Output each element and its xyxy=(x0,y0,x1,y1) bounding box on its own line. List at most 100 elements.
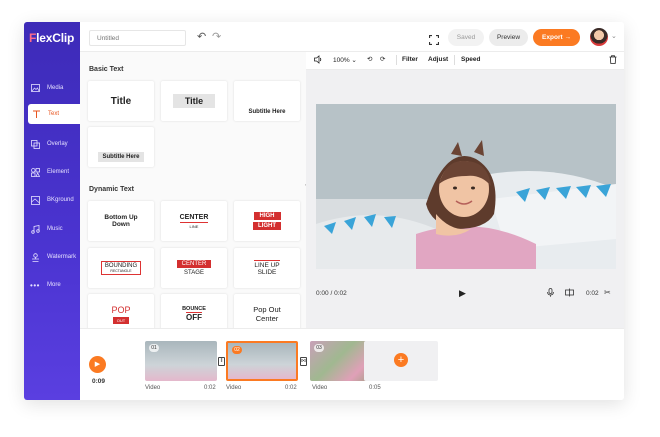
text-icon xyxy=(31,109,41,119)
card-label: CENTER xyxy=(179,213,209,223)
clip-label: Video xyxy=(226,385,242,391)
card-label: POP xyxy=(111,304,131,315)
sidebar-item-label: Media xyxy=(47,85,64,91)
text-template-card[interactable]: Title xyxy=(88,81,154,121)
undo-icon[interactable]: ↶ xyxy=(197,30,206,43)
timeline-play-button[interactable]: ▶ xyxy=(89,356,106,373)
sidebar-item-overlay[interactable]: Overlay xyxy=(24,134,80,154)
zoom-select[interactable]: 100% ⌄ xyxy=(333,56,357,64)
saved-button: Saved xyxy=(448,29,484,46)
timeline-time: 0:09 xyxy=(92,378,106,385)
sidebar: FlexClip Media Text Overlay Element BKgr… xyxy=(24,22,80,400)
dynamic-text-card[interactable]: LINE UP SLIDE xyxy=(234,248,300,288)
zoom-value: 100% xyxy=(333,57,350,64)
preview-button[interactable]: Preview xyxy=(489,29,528,46)
export-button[interactable]: Export → xyxy=(533,29,580,46)
sidebar-item-music[interactable]: Music xyxy=(24,219,80,239)
more-icon: ••• xyxy=(30,280,40,290)
sidebar-item-label: Music xyxy=(47,226,63,232)
transition-icon[interactable]: ⋈ xyxy=(300,357,307,366)
player-controls: 0:00 / 0:02 ▶ 0:02 ✂ xyxy=(306,280,624,328)
sidebar-item-label: Text xyxy=(48,111,60,117)
card-label: RECTANGLE xyxy=(110,269,132,273)
editor-toolbar: 100% ⌄ ⟲ ⟳ Filter Adjust Speed xyxy=(306,52,624,70)
timeline-clip[interactable]: 01 xyxy=(145,341,217,381)
overlay-icon xyxy=(30,139,40,149)
sidebar-item-label: More xyxy=(47,282,61,288)
background-icon xyxy=(30,195,40,205)
card-label: Pop Out xyxy=(253,305,281,314)
logo: FlexClip xyxy=(29,31,75,45)
clip-number: 03 xyxy=(314,344,324,352)
card-label: Title xyxy=(172,94,216,108)
video-preview[interactable] xyxy=(316,104,616,269)
dynamic-text-card[interactable]: CENTER STAGE xyxy=(161,248,227,288)
scissors-icon[interactable]: ✂ xyxy=(604,288,611,297)
card-label: OFF xyxy=(186,312,202,322)
clip-duration: 0:02 xyxy=(285,385,297,391)
card-label: LINE xyxy=(189,223,199,229)
dynamic-text-card[interactable]: Bottom Up Down xyxy=(88,201,154,241)
chevron-down-icon[interactable]: ⌄ xyxy=(611,32,617,40)
speed-button[interactable]: Speed xyxy=(461,56,481,63)
sidebar-item-label: Watermark xyxy=(47,254,77,260)
sidebar-item-more[interactable]: ••• More xyxy=(24,275,80,295)
clip-number: 01 xyxy=(149,344,159,352)
split-icon[interactable] xyxy=(565,288,574,299)
section-title-basic: Basic Text xyxy=(89,66,124,73)
text-template-card[interactable]: Subtitle Here xyxy=(234,81,300,121)
clip-label: Video xyxy=(145,385,161,391)
music-icon xyxy=(30,224,40,234)
play-icon[interactable]: ▶ xyxy=(459,288,466,299)
section-title-dynamic: Dynamic Text xyxy=(89,186,134,193)
dynamic-text-card[interactable]: BOUNDING RECTANGLE xyxy=(88,248,154,288)
rotate-right-icon[interactable]: ⟳ xyxy=(380,55,385,63)
fullscreen-icon[interactable] xyxy=(428,32,440,46)
avatar[interactable] xyxy=(590,28,608,46)
text-panel: Basic Text Title Title Subtitle Here Sub… xyxy=(80,52,306,328)
element-icon xyxy=(30,167,40,177)
dynamic-text-card[interactable]: CENTER LINE xyxy=(161,201,227,241)
sidebar-item-watermark[interactable]: Watermark xyxy=(24,247,80,267)
card-label: Down xyxy=(112,221,130,228)
rotate-left-icon[interactable]: ⟲ xyxy=(367,55,372,63)
clip-duration: 0:02 xyxy=(586,290,599,297)
timeline-clip-selected[interactable]: 02 xyxy=(226,341,298,381)
card-label: CENTER xyxy=(176,260,212,268)
trash-icon[interactable] xyxy=(609,55,617,66)
card-label: Subtitle Here xyxy=(98,152,144,162)
clip-duration: 0:05 xyxy=(369,385,381,391)
card-label: LIGHT xyxy=(253,222,281,230)
adjust-button[interactable]: Adjust xyxy=(428,56,448,63)
timeline: ▶ 0:09 01 Video 0:02 ‖ 02 Video 0:02 ⋈ 0… xyxy=(80,328,624,400)
sidebar-item-label: BKground xyxy=(47,197,74,203)
sidebar-item-media[interactable]: Media xyxy=(24,78,80,98)
current-time: 0:00 / 0:02 xyxy=(316,290,347,297)
volume-icon[interactable] xyxy=(314,55,323,66)
card-label: SLIDE xyxy=(257,269,277,276)
microphone-icon[interactable] xyxy=(547,288,554,299)
card-label: STAGE xyxy=(184,270,204,276)
text-template-card[interactable]: Title xyxy=(161,81,227,121)
add-clip-button[interactable]: + xyxy=(364,341,438,381)
sidebar-item-background[interactable]: BKground xyxy=(24,190,80,210)
sidebar-item-label: Overlay xyxy=(47,141,68,147)
clip-duration: 0:02 xyxy=(204,385,216,391)
card-label: LINE UP xyxy=(254,260,280,269)
redo-icon[interactable]: ↷ xyxy=(212,30,221,43)
transition-icon[interactable]: ‖ xyxy=(218,357,225,366)
dynamic-text-card[interactable]: BOUNCE OFF xyxy=(161,294,227,328)
clip-number: 02 xyxy=(232,346,242,354)
sidebar-item-element[interactable]: Element xyxy=(24,162,80,182)
watermark-icon xyxy=(30,252,40,262)
dynamic-text-card[interactable]: Pop Out Center xyxy=(234,294,300,328)
toolbar-divider xyxy=(454,55,455,65)
filter-button[interactable]: Filter xyxy=(402,56,418,63)
project-title-input[interactable] xyxy=(89,30,186,46)
dynamic-text-card[interactable]: HIGH LIGHT xyxy=(234,201,300,241)
dynamic-text-card[interactable]: POP OUT xyxy=(88,294,154,328)
text-template-card[interactable]: Subtitle Here xyxy=(88,127,154,167)
card-label: OUT xyxy=(112,316,130,324)
card-label: Subtitle Here xyxy=(248,109,286,115)
sidebar-item-text[interactable]: Text xyxy=(28,104,80,124)
